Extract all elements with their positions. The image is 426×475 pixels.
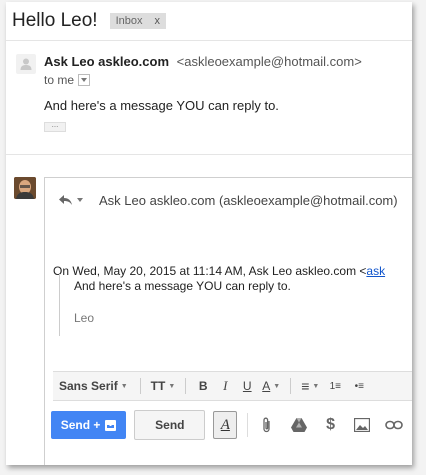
formatting-options-icon: A	[220, 416, 230, 433]
inbox-label-text: Inbox	[115, 15, 143, 27]
person-icon	[20, 58, 32, 70]
toolbar-separator	[290, 378, 292, 394]
dollar-icon: $	[326, 416, 336, 433]
quoted-message: And here's a message YOU can reply to. L…	[59, 274, 291, 336]
italic-button[interactable]: I	[214, 372, 236, 400]
user-photo-icon	[14, 177, 36, 199]
divider	[6, 40, 412, 41]
show-trimmed-content-button[interactable]: ...	[44, 121, 66, 132]
recipient-row: to me	[44, 73, 91, 87]
remove-label-button[interactable]: x	[154, 15, 160, 27]
toolbar-separator	[139, 378, 141, 394]
reply-header: Ask Leo askleo.com (askleoexample@hotmai…	[45, 178, 412, 222]
font-family-select[interactable]: Sans Serif ▼	[53, 372, 134, 400]
reply-recipient[interactable]: Ask Leo askleo.com (askleoexample@hotmai…	[99, 193, 398, 208]
text-color-icon: A	[262, 379, 271, 393]
send-plus-label: Send +	[60, 418, 101, 432]
numbered-list-button[interactable]: 1≡	[323, 372, 347, 400]
sender-row: Ask Leo askleo.com <askleoexample@hotmai…	[44, 54, 362, 69]
sender-name[interactable]: Ask Leo askleo.com	[44, 54, 169, 69]
photo-icon	[354, 418, 371, 432]
quoted-signature: Leo	[74, 311, 95, 325]
email-subject: Hello Leo!	[12, 10, 98, 31]
user-avatar	[14, 177, 36, 199]
font-family-value: Sans Serif	[59, 379, 118, 393]
attach-files-button[interactable]	[256, 412, 278, 438]
insert-link-button[interactable]	[383, 412, 405, 438]
quoted-body: And here's a message YOU can reply to.	[74, 279, 291, 293]
reply-compose-box[interactable]: Ask Leo askleo.com (askleoexample@hotmai…	[44, 177, 412, 465]
chevron-down-icon: ▼	[168, 382, 176, 390]
drive-icon	[290, 418, 307, 432]
reply-type-selector[interactable]	[59, 195, 83, 205]
bold-button[interactable]: B	[192, 372, 214, 400]
subject-row: Hello Leo! Inbox x	[12, 8, 166, 34]
text-size-icon: TT	[150, 379, 166, 393]
message-body: And here's a message YOU can reply to.	[44, 98, 279, 113]
chevron-down-icon: ▼	[273, 382, 281, 390]
bulleted-list-button[interactable]: •≡	[347, 372, 371, 400]
attach-icon	[263, 417, 270, 433]
inbox-box-icon	[105, 419, 117, 431]
reply-arrow-icon	[59, 195, 72, 205]
chevron-down-icon: ▼	[312, 382, 320, 390]
inbox-label[interactable]: Inbox x	[109, 13, 166, 29]
send-plus-button[interactable]: Send +	[51, 411, 127, 439]
formatting-toolbar: Sans Serif ▼ TT ▼ B I U A ▼ ≡ ▼ 1≡ •≡	[53, 371, 412, 401]
dropdown-icon	[81, 78, 88, 82]
dropdown-icon	[77, 198, 83, 202]
email-window: Hello Leo! Inbox x Ask Leo askleo.com <a…	[6, 2, 412, 465]
send-money-button[interactable]: $	[320, 412, 342, 438]
divider	[6, 154, 412, 155]
details-dropdown-button[interactable]	[78, 74, 91, 86]
insert-drive-button[interactable]	[288, 412, 310, 438]
insert-photo-button[interactable]	[351, 412, 373, 438]
underline-button[interactable]: U	[236, 372, 258, 400]
formatting-options-button[interactable]: A	[213, 411, 238, 439]
text-color-button[interactable]: A ▼	[258, 372, 284, 400]
send-button[interactable]: Send	[134, 410, 206, 440]
compose-action-bar: Send + Send A $	[45, 405, 412, 445]
to-me-label: to me	[44, 73, 75, 87]
toolbar-separator	[185, 378, 187, 394]
sender-avatar[interactable]	[16, 54, 36, 74]
sender-email: <askleoexample@hotmail.com>	[176, 54, 362, 69]
quote-email-link[interactable]: ask	[366, 264, 385, 278]
link-icon	[385, 420, 403, 430]
align-button[interactable]: ≡ ▼	[297, 372, 323, 400]
align-icon: ≡	[301, 378, 310, 394]
action-separator	[247, 413, 249, 437]
chevron-down-icon: ▼	[120, 382, 128, 390]
font-size-select[interactable]: TT ▼	[147, 372, 180, 400]
